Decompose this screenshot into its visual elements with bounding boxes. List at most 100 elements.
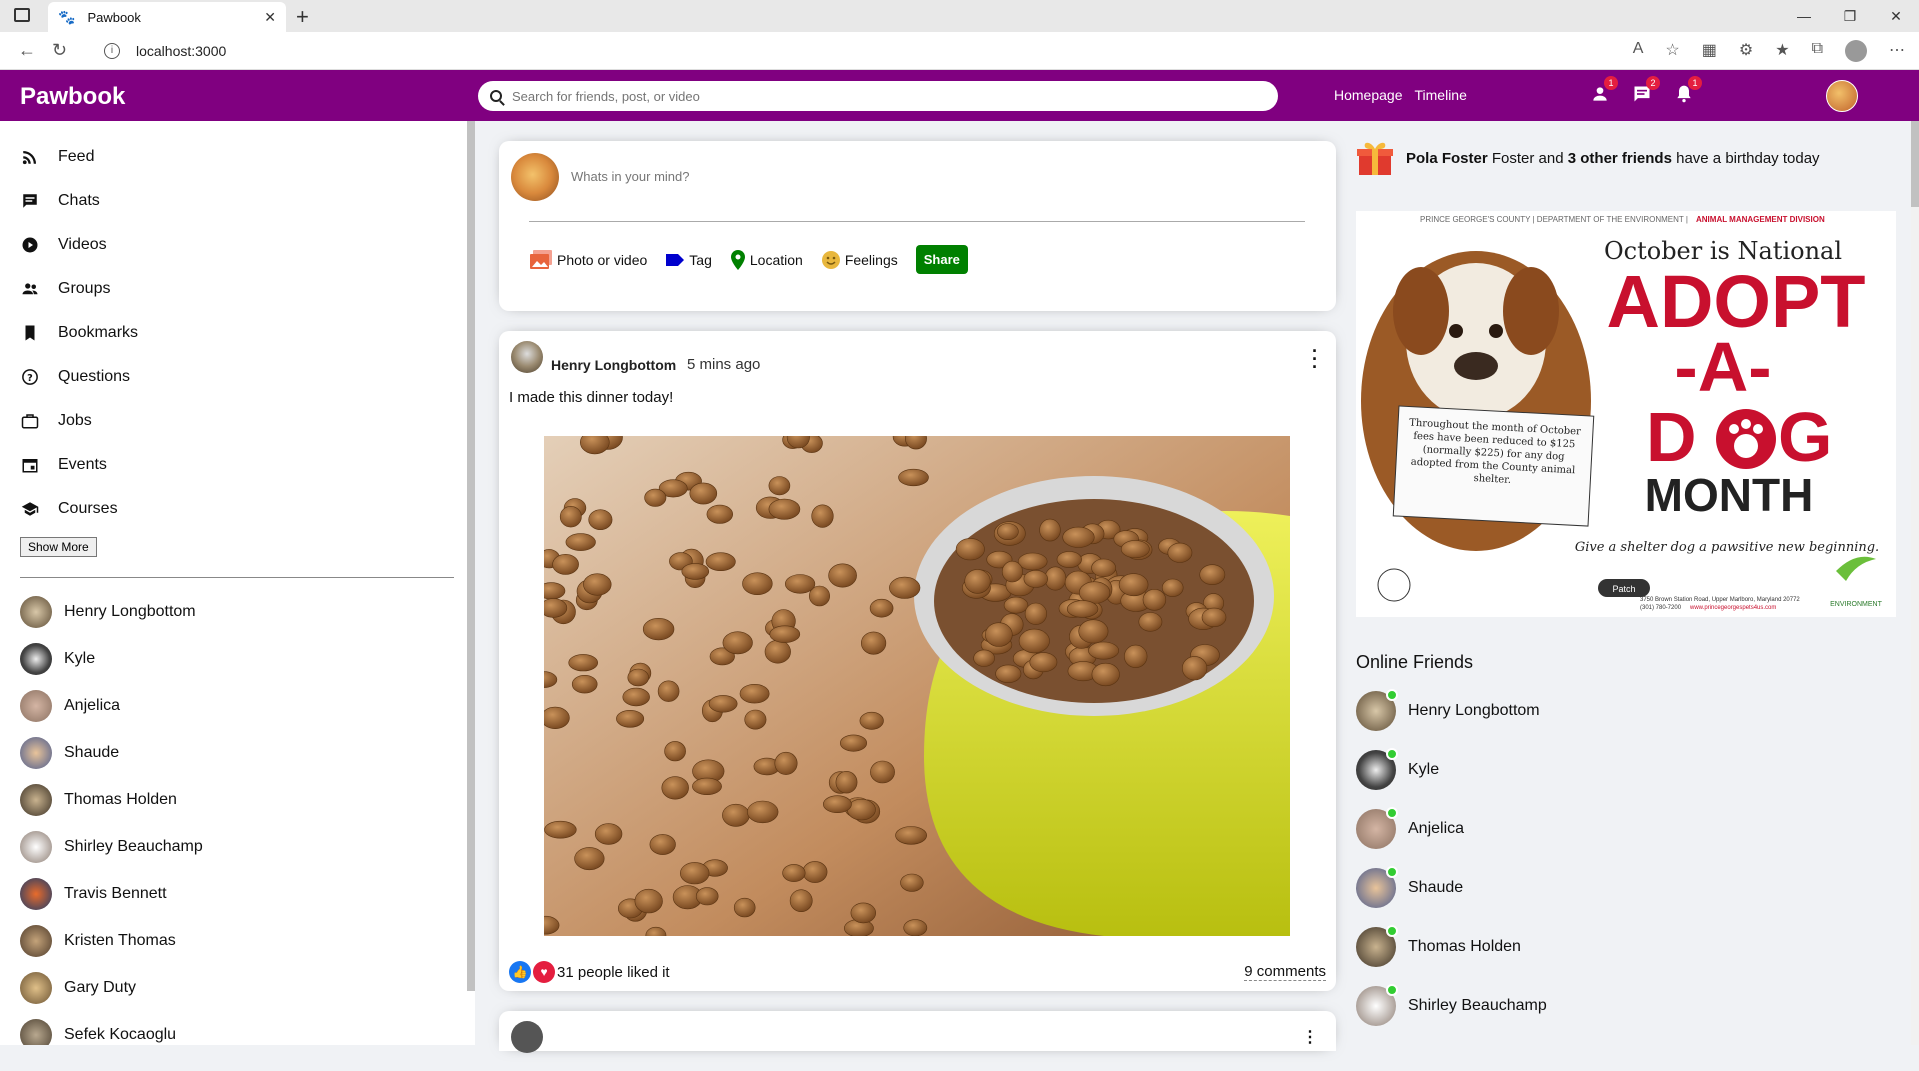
divider xyxy=(529,221,1305,222)
post-author[interactable]: Henry Longbottom xyxy=(551,357,676,373)
online-friend[interactable]: Shirley Beauchamp xyxy=(1356,976,1547,1035)
scrollbar-thumb[interactable] xyxy=(1911,121,1919,207)
close-tab-icon[interactable]: ✕ xyxy=(264,9,276,26)
homepage-link[interactable]: Homepage xyxy=(1334,87,1403,103)
restore-button[interactable]: ❐ xyxy=(1827,0,1873,32)
user-avatar[interactable] xyxy=(1826,80,1858,112)
sidebar-item-feed[interactable]: Feed xyxy=(20,135,475,179)
sidebar-toggle-icon[interactable] xyxy=(14,8,30,22)
share-box: Whats in your mind? Photo or video Tag L… xyxy=(499,141,1336,311)
friend-item[interactable]: Shirley Beauchamp xyxy=(20,823,475,870)
online-indicator xyxy=(1386,924,1398,937)
sidebar-item-jobs[interactable]: Jobs xyxy=(20,399,475,443)
comments-link[interactable]: 9 comments xyxy=(1244,963,1326,981)
option-label: Location xyxy=(749,251,803,268)
ad-patch: Patch xyxy=(1612,584,1635,594)
read-aloud-icon[interactable]: A xyxy=(1633,40,1644,62)
timeline-link[interactable]: Timeline xyxy=(1415,87,1467,103)
friend-item[interactable]: Gary Duty xyxy=(20,964,475,1011)
sidebar-item-label: Questions xyxy=(58,368,131,385)
avatar xyxy=(20,783,52,816)
notifications-icon[interactable]: 1 xyxy=(1674,76,1702,106)
sidebar-item-chats[interactable]: Chats xyxy=(20,179,475,223)
friend-item[interactable]: Thomas Holden xyxy=(20,776,475,823)
back-icon[interactable]: ← xyxy=(18,40,36,61)
browser-tab[interactable]: 🐾 Pawbook ✕ xyxy=(48,2,286,32)
collections-icon[interactable]: ⧉ xyxy=(1812,40,1823,62)
profile-avatar[interactable] xyxy=(1845,40,1867,62)
online-friend[interactable]: Kyle xyxy=(1356,740,1547,799)
info-icon[interactable]: i xyxy=(104,43,120,59)
sidebar-item-label: Groups xyxy=(58,280,111,297)
extensions-icon[interactable]: ⚙ xyxy=(1739,40,1753,62)
birthday-mid: Foster and xyxy=(1491,149,1564,167)
new-tab-button[interactable]: + xyxy=(296,4,309,30)
sidebar-item-groups[interactable]: Groups xyxy=(20,267,475,311)
online-friend[interactable]: Anjelica xyxy=(1356,799,1547,858)
tag-icon xyxy=(666,253,685,266)
left-scrollbar[interactable] xyxy=(467,121,475,991)
sidebar-item-videos[interactable]: Videos xyxy=(20,223,475,267)
friend-name: Gary Duty xyxy=(64,978,137,996)
menu-icon[interactable]: ⋯ xyxy=(1889,40,1905,62)
friend-item[interactable]: Shaude xyxy=(20,729,475,776)
close-window-button[interactable]: ✕ xyxy=(1873,0,1919,32)
help-icon: ? xyxy=(20,367,40,387)
notifications-badge: 1 xyxy=(1688,76,1702,90)
more-options-icon[interactable]: · · · xyxy=(1312,342,1318,376)
app-logo[interactable]: Pawbook xyxy=(20,83,125,111)
search-bar[interactable] xyxy=(478,81,1278,111)
sidebar-item-bookmarks[interactable]: Bookmarks xyxy=(20,311,475,355)
birthday-tail: have a birthday today xyxy=(1676,149,1820,167)
ad-site: www.princegeorgespets4us.com xyxy=(1689,605,1776,611)
avatar[interactable] xyxy=(511,341,543,373)
more-options-icon[interactable]: ⋮ xyxy=(1302,1027,1318,1047)
online-friend[interactable]: Shaude xyxy=(1356,858,1547,917)
page-scrollbar[interactable] xyxy=(1911,121,1919,1045)
heart-icon[interactable]: ♥ xyxy=(533,961,555,983)
minimize-button[interactable]: — xyxy=(1781,0,1827,32)
friend-item[interactable]: Kristen Thomas xyxy=(20,917,475,964)
online-friend[interactable]: Henry Longbottom xyxy=(1356,681,1547,740)
tag-option[interactable]: Tag xyxy=(665,252,712,268)
friend-requests-icon[interactable]: 1 xyxy=(1590,76,1618,106)
friend-item[interactable]: Kyle xyxy=(20,635,475,682)
friend-item[interactable]: Anjelica xyxy=(20,682,475,729)
sidebar-item-events[interactable]: Events xyxy=(20,443,475,487)
feelings-option[interactable]: Feelings xyxy=(821,250,898,270)
post-image[interactable] xyxy=(544,436,1290,936)
refresh-icon[interactable]: ↻ xyxy=(52,40,67,61)
sidebar-menu: Feed Chats Videos Groups Bookmarks ? Ques… xyxy=(0,121,475,531)
messages-icon[interactable]: 2 xyxy=(1632,76,1660,106)
share-button[interactable]: Share xyxy=(915,245,968,274)
advertisement-image[interactable]: PRINCE GEORGE'S COUNTY | DEPARTMENT OF T… xyxy=(1356,211,1896,617)
ad-a: -A- xyxy=(1674,328,1771,406)
favorites-icon[interactable]: ★ xyxy=(1775,40,1789,62)
friend-item[interactable]: Henry Longbottom xyxy=(20,588,475,635)
sidebar-item-courses[interactable]: Courses xyxy=(20,487,475,531)
favorite-icon[interactable]: ☆ xyxy=(1665,40,1679,62)
online-friend[interactable]: Thomas Holden xyxy=(1356,917,1547,976)
avatar xyxy=(20,924,52,957)
ad-month: MONTH xyxy=(1645,469,1814,521)
location-option[interactable]: Location xyxy=(730,249,803,270)
search-input[interactable] xyxy=(512,88,1212,104)
birthday-notice: Pola Foster Foster and 3 other friends h… xyxy=(1356,139,1820,177)
school-icon xyxy=(20,499,40,519)
show-more-button[interactable]: Show More xyxy=(20,537,97,557)
play-icon xyxy=(20,235,40,255)
url-field[interactable]: i localhost:3000 xyxy=(104,36,1544,66)
friend-name: Kristen Thomas xyxy=(64,931,176,949)
friend-item[interactable]: Sefek Kocaoglu xyxy=(20,1011,475,1045)
friend-list: Henry Longbottom Kyle Anjelica Shaude Th… xyxy=(0,578,475,1045)
friend-item[interactable]: Travis Bennett xyxy=(20,870,475,917)
share-input[interactable]: Whats in your mind? xyxy=(571,169,690,184)
friend-name: Shaude xyxy=(64,743,120,761)
sidebar-item-questions[interactable]: ? Questions xyxy=(20,355,475,399)
sidebar-item-label: Videos xyxy=(58,236,107,253)
like-icon[interactable]: 👍 xyxy=(509,961,531,983)
photo-video-option[interactable]: Photo or video xyxy=(529,249,647,271)
avatar xyxy=(1356,924,1398,967)
apps-icon[interactable]: ▦ xyxy=(1702,40,1717,62)
avatar xyxy=(1356,688,1398,731)
